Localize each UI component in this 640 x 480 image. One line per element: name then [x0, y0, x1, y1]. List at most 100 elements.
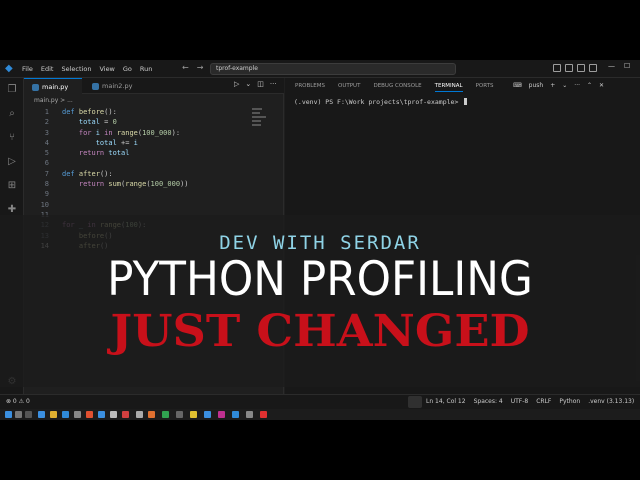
status-bar: ⊗ 0 ⚠ 0 Ln 14, Col 12 Spaces: 4 UTF-8 CR… — [0, 394, 640, 409]
code-token: ): — [171, 128, 181, 137]
encoding[interactable]: UTF-8 — [511, 398, 529, 405]
taskbar-app-icon[interactable] — [136, 411, 143, 418]
panel-tab-debug-console[interactable]: DEBUG CONSOLE — [373, 83, 421, 92]
taskbar-app-icon[interactable] — [232, 411, 239, 418]
code-token: total — [78, 118, 100, 127]
tab-label: main.py — [42, 83, 69, 91]
vscode-logo-icon: ◆ — [5, 63, 13, 74]
line-number: 4 — [44, 138, 49, 147]
taskbar-app-icon[interactable] — [15, 411, 22, 418]
taskbar-app-icon[interactable] — [218, 411, 225, 418]
code-line[interactable]: 4 total += i — [24, 138, 284, 148]
run-file-icon[interactable]: ▷ — [234, 80, 239, 88]
menu-view[interactable]: View — [99, 65, 114, 73]
cursor-position[interactable]: Ln 14, Col 12 — [426, 398, 466, 405]
taskbar-app-icon[interactable] — [62, 411, 69, 418]
more-actions-icon[interactable]: ··· — [574, 82, 580, 89]
terminal-shell-icon: ⌨ — [513, 82, 522, 89]
taskbar-app-icon[interactable] — [38, 411, 45, 418]
code-line[interactable]: 3 for i in range(100_000): — [24, 128, 284, 138]
code-token: in — [99, 128, 117, 137]
split-editor-icon[interactable]: ◫ — [257, 80, 264, 88]
menu-selection[interactable]: Selection — [61, 65, 91, 73]
panel-tab-output[interactable]: OUTPUT — [338, 83, 360, 92]
line-source: return sum(range(100_000)) — [62, 179, 189, 189]
code-line[interactable]: 7 def after(): — [24, 169, 284, 179]
code-line[interactable]: 2 total = 0 — [24, 117, 284, 127]
code-line[interactable]: 5 return total — [24, 148, 284, 158]
nav-arrows: ← → — [182, 63, 203, 72]
menu-file[interactable]: File — [22, 65, 33, 73]
language-mode[interactable]: Python — [559, 398, 580, 405]
panel-toggle-icon[interactable] — [577, 64, 585, 72]
panel-tab-terminal[interactable]: TERMINAL — [434, 83, 463, 92]
problems-count[interactable]: ⊗ 0 ⚠ 0 — [6, 398, 30, 405]
line-source: return total — [62, 148, 130, 158]
close-panel-icon[interactable]: ✕ — [599, 82, 604, 89]
menu-edit[interactable]: Edit — [41, 65, 54, 73]
panel-tab-ports[interactable]: PORTS — [476, 83, 494, 92]
minimize-icon[interactable]: — — [608, 62, 615, 70]
taskbar-app-icon[interactable] — [110, 411, 117, 418]
extensions-icon[interactable]: ⊞ — [6, 180, 18, 192]
back-arrow-icon[interactable]: ← — [182, 63, 189, 72]
taskbar-app-icon[interactable] — [246, 411, 253, 418]
taskbar-app-icon[interactable] — [122, 411, 129, 418]
forward-arrow-icon[interactable]: → — [197, 63, 204, 72]
taskbar-app-icon[interactable] — [190, 411, 197, 418]
search-icon[interactable]: ⌕ — [6, 108, 18, 120]
run-debug-icon[interactable]: ▷ — [6, 156, 18, 168]
panel-tab-problems[interactable]: PROBLEMS — [295, 83, 325, 92]
menu-go[interactable]: Go — [123, 65, 132, 73]
taskbar-app-icon[interactable] — [86, 411, 93, 418]
taskbar-app-icon[interactable] — [204, 411, 211, 418]
title-bar: ◆ File Edit Selection View Go Run ← → tp… — [0, 60, 640, 78]
taskbar-app-icon[interactable] — [162, 411, 169, 418]
tab-main-py[interactable]: main.py — [24, 78, 82, 94]
end-of-line[interactable]: CRLF — [536, 398, 551, 405]
minimap[interactable] — [252, 108, 268, 148]
code-line[interactable]: 6 — [24, 158, 284, 168]
taskbar-app-icon[interactable] — [176, 411, 183, 418]
code-token: before — [78, 108, 105, 116]
code-line[interactable]: 10 — [24, 200, 284, 210]
dropdown-chevron-icon[interactable]: ⌄ — [245, 80, 251, 88]
line-number: 10 — [40, 200, 49, 209]
terminal-output[interactable]: (.venv) PS F:\Work projects\tprof-exampl… — [294, 98, 468, 106]
code-token: )) — [180, 180, 189, 189]
line-number: 9 — [44, 190, 49, 199]
explorer-icon[interactable]: ❐ — [6, 84, 18, 96]
taskbar-app-icon[interactable] — [50, 411, 57, 418]
command-center-search[interactable]: tprof-example — [210, 63, 456, 75]
maximize-panel-icon[interactable]: ⌃ — [587, 82, 592, 89]
code-line[interactable]: 8 return sum(range(100_000)) — [24, 179, 284, 189]
maximize-icon[interactable]: ☐ — [624, 62, 630, 70]
python-interpreter[interactable]: .venv (3.13.13) — [588, 398, 634, 405]
code-token: for — [78, 128, 96, 137]
indentation[interactable]: Spaces: 4 — [474, 398, 503, 405]
code-line[interactable]: 9 — [24, 189, 284, 199]
breadcrumb[interactable]: main.py > ... — [34, 97, 73, 104]
more-actions-icon[interactable]: ··· — [270, 80, 277, 88]
code-line[interactable]: 1 def before(): — [24, 107, 284, 117]
menu-run[interactable]: Run — [140, 65, 152, 73]
secondary-sidebar-toggle-icon[interactable] — [589, 64, 597, 72]
video-title: PYTHON PROFILING — [107, 252, 533, 307]
terminal-dropdown-icon[interactable]: ⌄ — [562, 82, 567, 89]
taskbar-app-icon[interactable] — [74, 411, 81, 418]
layout-toggle-icon[interactable] — [553, 64, 561, 72]
new-terminal-icon[interactable]: + — [550, 82, 555, 89]
taskbar-app-icon[interactable] — [260, 411, 267, 418]
taskbar-app-icon[interactable] — [148, 411, 155, 418]
start-icon[interactable] — [5, 411, 12, 418]
source-control-icon[interactable]: ⑂ — [6, 132, 18, 144]
taskbar-app-icon[interactable] — [98, 411, 105, 418]
menu-bar: File Edit Selection View Go Run — [22, 60, 152, 78]
taskbar-app-icon[interactable] — [25, 411, 32, 418]
sidebar-toggle-icon[interactable] — [565, 64, 573, 72]
tab-main2-py[interactable]: main2.py — [84, 78, 144, 94]
terminal-shell-label[interactable]: push — [529, 82, 544, 89]
